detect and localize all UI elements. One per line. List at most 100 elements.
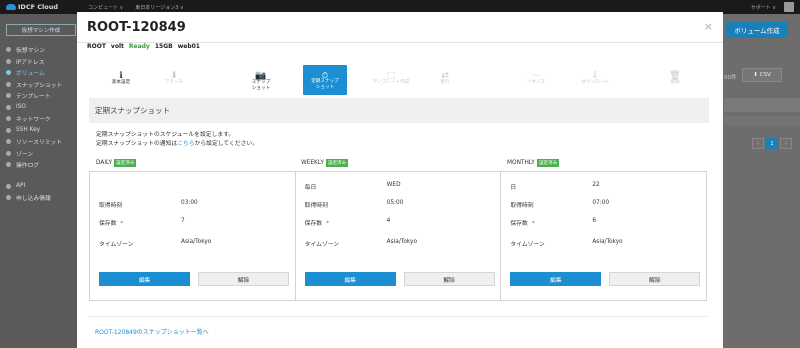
remove-button[interactable]: 解除 xyxy=(198,272,289,286)
sidebar-item[interactable]: IPアドレス xyxy=(0,56,82,68)
schedule-row: 毎日 WED xyxy=(304,182,401,191)
sidebar-item-label: ボリューム xyxy=(16,71,45,78)
volume-info: ROOT volt Ready 15GB web01 xyxy=(87,43,200,50)
console-menu[interactable]: コンピュート ∨ xyxy=(88,4,123,11)
table-header xyxy=(724,98,800,112)
sidebar: 仮想マシン作成 仮想マシン IPアドレスボリュームスナップショット テンプレート IS… xyxy=(0,14,82,348)
menu-icon xyxy=(6,81,11,87)
logo[interactable]: IDCF Cloud xyxy=(6,3,58,11)
remove-button[interactable]: 解除 xyxy=(403,272,495,286)
sidebar-item[interactable]: スナップショット xyxy=(0,79,82,91)
cloud-logo-icon xyxy=(6,4,16,10)
menu-icon xyxy=(6,127,11,133)
step-label: 定期スナップ ショット xyxy=(311,79,339,90)
sidebar-item[interactable]: ボリューム xyxy=(0,67,82,79)
schedule-panel: 毎日 WED 取得時刻 05:00 保存数 * 4 タイムゾーン Asia/Tokyo 編集 解除 xyxy=(296,172,502,300)
sidebar-item-label: SSH Key xyxy=(16,127,41,134)
daily-label: DAILY 設定済み xyxy=(96,159,137,167)
step-tab[interactable]: ⏱ 定期スナップ ショット xyxy=(303,65,347,95)
step-icon: 📷 xyxy=(255,70,267,81)
sidebar-item[interactable]: SSH Key xyxy=(0,125,82,137)
close-icon[interactable]: × xyxy=(704,20,713,33)
sidebar-item-label: 仮想マシン xyxy=(16,48,45,55)
schedule-row: 保存数 * 7 xyxy=(99,218,185,227)
pagination-next[interactable]: › xyxy=(780,138,792,149)
sidebar-item[interactable]: 仮想マシン xyxy=(0,44,82,56)
pagination: ‹ 1 › xyxy=(752,138,792,149)
sidebar-item-label: ゾーン xyxy=(16,151,34,158)
schedule-key: 取得時刻 xyxy=(99,203,123,209)
schedule-value: 6 xyxy=(592,218,597,224)
create-volume-button[interactable]: ボリューム作成 xyxy=(726,22,788,38)
sidebar-item[interactable]: ネットワーク xyxy=(0,113,82,125)
sidebar-item-label: スナップショット xyxy=(16,82,63,89)
description-line-2: 定期スナップショットの通知はこちらから設定してください。 xyxy=(96,141,258,147)
notification-settings-link[interactable]: こちら xyxy=(177,141,194,147)
menu-icon xyxy=(6,150,11,156)
menu-icon xyxy=(6,162,11,168)
edit-button[interactable]: 編集 xyxy=(510,272,602,286)
sidebar-item[interactable]: リソースリミット xyxy=(0,136,82,148)
schedule-value: Asia/Tokyo xyxy=(181,239,212,245)
menu-icon xyxy=(6,47,11,53)
schedule-value: WED xyxy=(386,182,401,188)
divider xyxy=(89,316,707,317)
snapshot-list-link[interactable]: ROOT-120849のスナップショット一覧へ xyxy=(95,327,209,336)
schedule-panel: 日 22 取得時刻 07:00 保存数 * 6 タイムゾーン Asia/Tokyo 編集 解除 xyxy=(501,172,706,300)
schedule-row: タイムゾーン Asia/Tokyo xyxy=(510,239,622,248)
step-label: 基本設定 xyxy=(111,80,131,85)
schedule-row: タイムゾーン Asia/Tokyo xyxy=(99,239,211,248)
menu-icon xyxy=(6,70,11,76)
menu-icon xyxy=(6,139,11,145)
step-label: 削除 xyxy=(670,80,680,85)
step-icon: ⇄ xyxy=(441,70,449,81)
step-label: ダウンロード xyxy=(581,80,609,85)
step-icon: ⬇ xyxy=(170,70,178,81)
sidebar-item-label: 申し込み情報 xyxy=(16,196,51,203)
sidebar-item[interactable]: 操作ログ xyxy=(0,159,82,171)
create-vm-button[interactable]: 仮想マシン作成 xyxy=(6,24,76,36)
configured-badge: 設定済み xyxy=(536,159,560,167)
schedule-row: 保存数 * 6 xyxy=(510,218,596,227)
step-tab[interactable]: 📷 スナップ ショット xyxy=(239,67,283,91)
sidebar-item-label: テンプレート xyxy=(16,94,51,101)
schedule-value: 03:00 xyxy=(181,200,198,206)
edit-button[interactable]: 編集 xyxy=(304,272,396,286)
schedule-key: タイムゾーン xyxy=(99,242,134,248)
schedule-panels: 取得時刻 03:00 保存数 * 7 タイムゾーン Asia/Tokyo 編集 解除 毎日 WED 取… xyxy=(89,171,707,301)
schedule-value: 4 xyxy=(386,218,391,224)
sidebar-item[interactable]: テンプレート xyxy=(0,90,82,102)
pagination-prev[interactable]: ‹ xyxy=(752,138,764,149)
csv-download-button[interactable]: ⬇ CSV xyxy=(742,68,782,82)
step-icon: 🗑 xyxy=(669,70,681,81)
main-content xyxy=(724,14,800,348)
step-icon: ⏱ xyxy=(321,70,329,80)
support-menu[interactable]: サポート ∨ xyxy=(751,4,776,11)
configured-badge: 設定済み xyxy=(114,159,137,167)
schedule-row: 日 22 xyxy=(510,182,599,191)
step-label: リサイズ xyxy=(526,80,546,85)
sidebar-item[interactable]: ゾーン xyxy=(0,148,82,160)
remove-button[interactable]: 解除 xyxy=(609,272,701,286)
schedule-key: 毎日 xyxy=(304,185,317,191)
sidebar-item-label: ISO xyxy=(16,104,26,111)
sidebar-item-label: リソースリミット xyxy=(16,140,63,147)
sidebar-item[interactable]: 申し込み情報 xyxy=(0,192,82,204)
step-label: アタッチ xyxy=(164,80,184,85)
menu-icon xyxy=(6,195,11,201)
step-tab: ⋯ リサイズ xyxy=(514,67,558,86)
schedule-value: 22 xyxy=(592,182,600,188)
sidebar-item-label: API xyxy=(16,183,26,190)
schedule-row: 取得時刻 05:00 xyxy=(305,200,404,209)
region-menu[interactable]: 東日本リージョン3 ∨ xyxy=(135,4,183,11)
pagination-page-1[interactable]: 1 xyxy=(766,138,778,149)
schedule-value: Asia/Tokyo xyxy=(386,239,418,245)
weekly-label: WEEKLY 設定済み xyxy=(301,159,349,167)
edit-button[interactable]: 編集 xyxy=(99,272,190,286)
attached-vm: web01 xyxy=(177,43,200,50)
section-title: 定期スナップショット xyxy=(89,98,709,123)
step-tab[interactable]: ℹ 基本設定 xyxy=(99,67,143,86)
sidebar-item[interactable]: ISO xyxy=(0,102,82,114)
sidebar-item[interactable]: API xyxy=(0,181,82,193)
avatar[interactable] xyxy=(784,2,794,12)
